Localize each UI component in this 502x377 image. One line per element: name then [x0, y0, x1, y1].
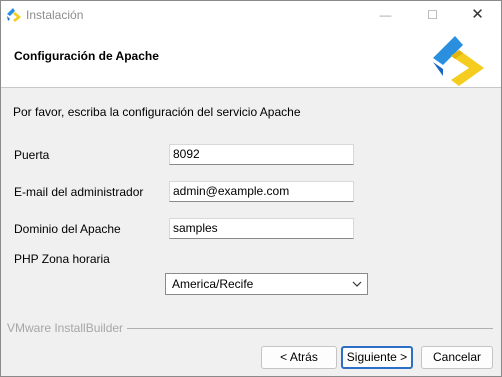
footer-brand: VMware InstallBuilder: [7, 321, 128, 335]
timezone-selected-value: America/Recife: [172, 277, 254, 291]
minimize-button[interactable]: —: [363, 1, 408, 29]
maximize-button[interactable]: ☐: [410, 1, 455, 29]
domain-label: Dominio del Apache: [14, 222, 121, 236]
domain-input[interactable]: samples: [169, 218, 354, 239]
installbuilder-logo: [433, 36, 484, 86]
next-button[interactable]: Siguiente >: [341, 346, 413, 369]
back-button[interactable]: < Atrás: [261, 346, 337, 369]
port-label: Puerta: [14, 148, 50, 162]
window-title: Instalación: [26, 8, 84, 22]
intro-text: Por favor, escriba la configuración del …: [13, 105, 301, 119]
page-title: Configuración de Apache: [14, 49, 159, 63]
installer-app-icon: [7, 8, 21, 22]
title-bar: Instalación — ☐ ✕: [1, 1, 501, 29]
port-input[interactable]: 8092: [169, 144, 354, 165]
chevron-down-icon: [352, 281, 362, 287]
timezone-select[interactable]: America/Recife: [165, 273, 368, 295]
header-banner: Configuración de Apache: [1, 29, 501, 88]
timezone-label: PHP Zona horaria: [14, 252, 110, 266]
installer-window: Instalación — ☐ ✕ Configuración de Apach…: [0, 0, 502, 377]
admin-email-label: E-mail del administrador: [14, 185, 144, 199]
admin-email-input[interactable]: admin@example.com: [169, 181, 354, 202]
close-button[interactable]: ✕: [455, 1, 500, 29]
cancel-button[interactable]: Cancelar: [421, 346, 493, 369]
